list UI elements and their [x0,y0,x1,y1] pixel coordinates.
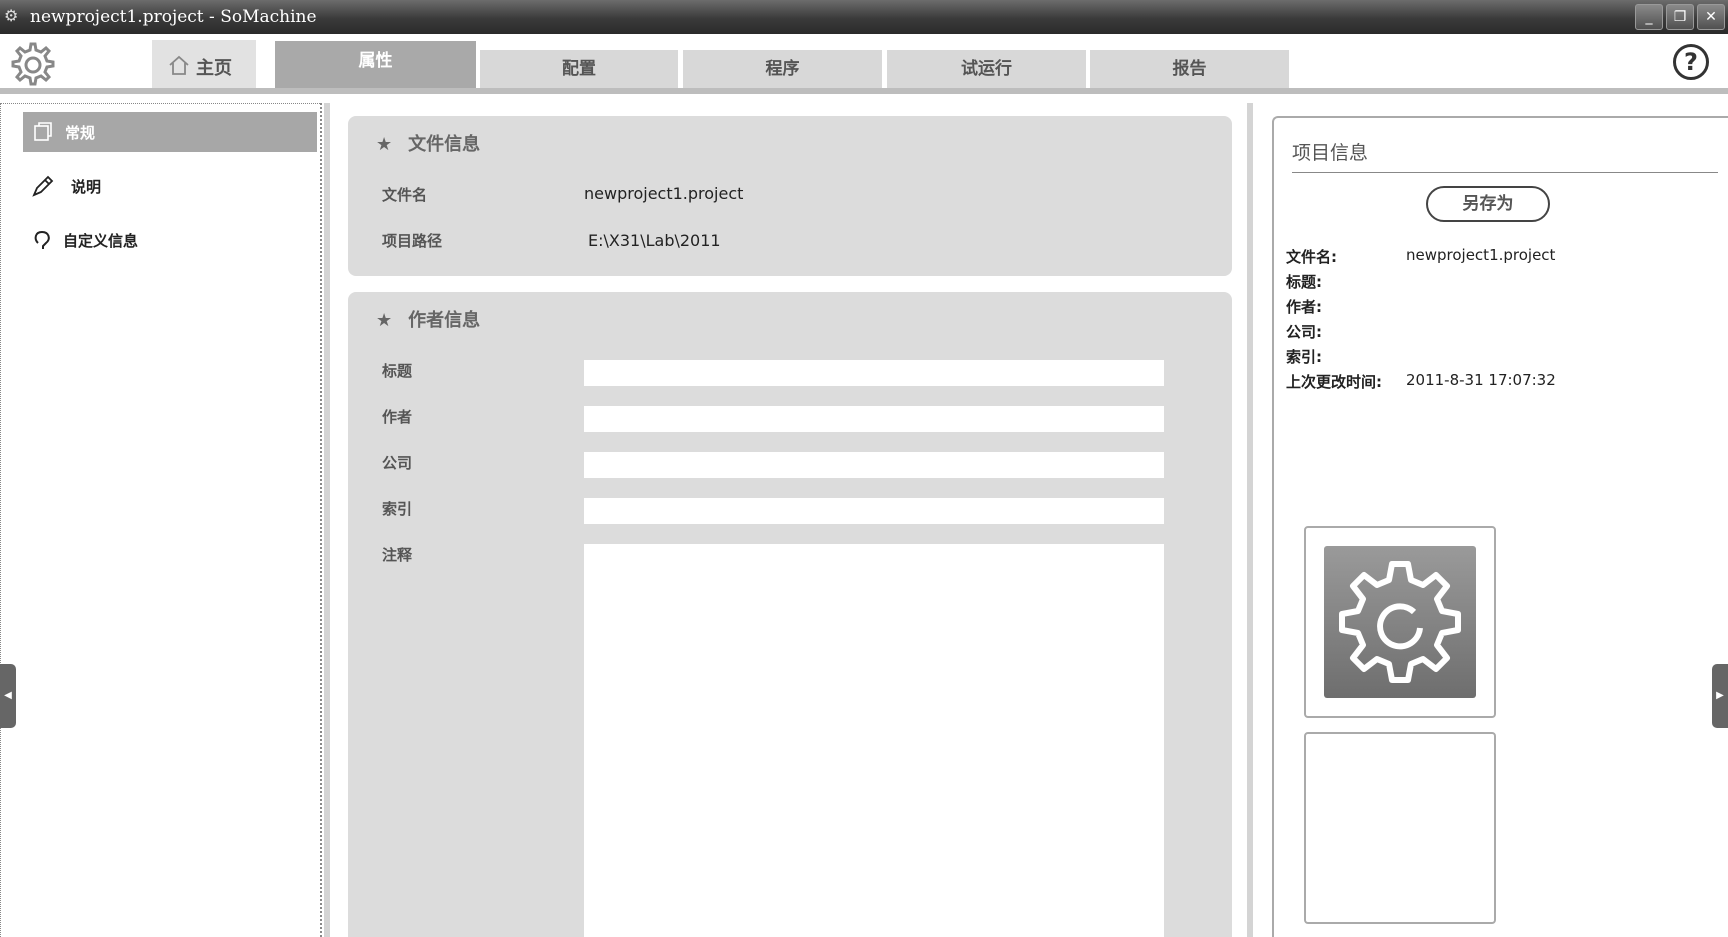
info-index-label: 索引: [1286,348,1322,366]
project-path-label: 项目路径 [382,232,443,250]
info-author-label: 作者: [1286,298,1322,316]
collapse-right-handle[interactable]: ▶ [1712,664,1728,728]
sidebar-item-general[interactable]: 常规 [23,112,317,152]
tab-home[interactable]: 主页 [152,40,256,88]
restore-button[interactable]: ❐ [1666,4,1694,30]
title-bar: ⚙ newproject1.project - SoMachine _ ❐ ✕ [0,0,1728,34]
title-label: 标题 [382,362,413,380]
tab-configuration[interactable]: 配置 [480,50,678,88]
author-label: 作者 [382,408,413,426]
comment-label: 注释 [382,546,413,564]
author-info-panel: ★ 作者信息 标题 作者 公司 索引 注释 [348,292,1232,937]
company-input[interactable] [584,452,1164,478]
info-title-label: 标题: [1286,273,1322,291]
info-file-name-label: 文件名: [1286,248,1337,266]
help-icon[interactable]: ? [1673,44,1709,80]
app-gear-icon: ⚙ [4,6,19,25]
project-path-value: E:\X31\Lab\2011 [588,231,721,250]
author-input[interactable] [584,406,1164,432]
custom-info-icon [34,230,50,249]
index-label: 索引 [382,500,413,518]
project-gear-icon [1339,561,1461,683]
author-info-header: ★ 作者信息 [376,310,481,331]
tab-home-label: 主页 [196,58,232,79]
tab-commissioning[interactable]: 试运行 [887,50,1086,88]
save-as-button[interactable]: 另存为 [1426,186,1550,222]
company-label: 公司 [382,454,413,472]
close-button[interactable]: ✕ [1697,4,1725,30]
sidebar: 常规 说明 自定义信息 [0,103,322,937]
general-icon [34,122,52,141]
sidebar-item-description[interactable]: 说明 [23,166,317,206]
star-icon: ★ [376,310,393,331]
splitter-left[interactable] [324,103,330,937]
divider [1292,172,1718,173]
file-name-value: newproject1.project [584,184,744,203]
tab-underline-strip [0,88,1728,94]
info-company-label: 公司: [1286,323,1322,341]
sidebar-item-label: 常规 [65,124,96,142]
comment-textarea[interactable] [584,544,1164,937]
file-name-label: 文件名 [382,186,428,204]
info-file-name-value: newproject1.project [1406,246,1556,264]
secondary-thumbnail[interactable] [1304,732,1496,924]
project-thumbnail-tile [1324,546,1476,698]
minimize-button[interactable]: _ [1635,4,1663,30]
pen-icon [32,175,54,197]
home-icon [169,55,189,75]
tab-properties[interactable]: 属性 [275,41,476,88]
info-last-modified-value: 2011-8-31 17:07:32 [1406,371,1556,389]
splitter-right[interactable] [1247,103,1253,937]
ribbon-tab-bar: 主页 属性 配置 程序 试运行 报告 ? [0,34,1728,94]
sidebar-item-custom-info[interactable]: 自定义信息 [23,220,317,260]
title-input[interactable] [584,360,1164,386]
somachine-gear-icon[interactable] [6,38,56,88]
window-title: newproject1.project - SoMachine [30,7,317,27]
sidebar-item-label: 说明 [71,178,102,196]
star-icon: ★ [376,134,393,155]
info-last-modified-label: 上次更改时间: [1286,373,1382,391]
index-input[interactable] [584,498,1164,524]
file-info-header: ★ 文件信息 [376,134,481,155]
tab-report[interactable]: 报告 [1090,50,1289,88]
tab-program[interactable]: 程序 [683,50,882,88]
file-info-panel: ★ 文件信息 文件名 newproject1.project 项目路径 E:\X3… [348,116,1232,276]
project-thumbnail[interactable] [1304,526,1496,718]
sidebar-item-label: 自定义信息 [63,232,139,250]
project-info-header: 项目信息 [1292,142,1369,164]
project-info-panel: 项目信息 另存为 文件名: newproject1.project 标题: 作者… [1272,116,1728,937]
collapse-left-handle[interactable]: ◀ [0,664,16,728]
